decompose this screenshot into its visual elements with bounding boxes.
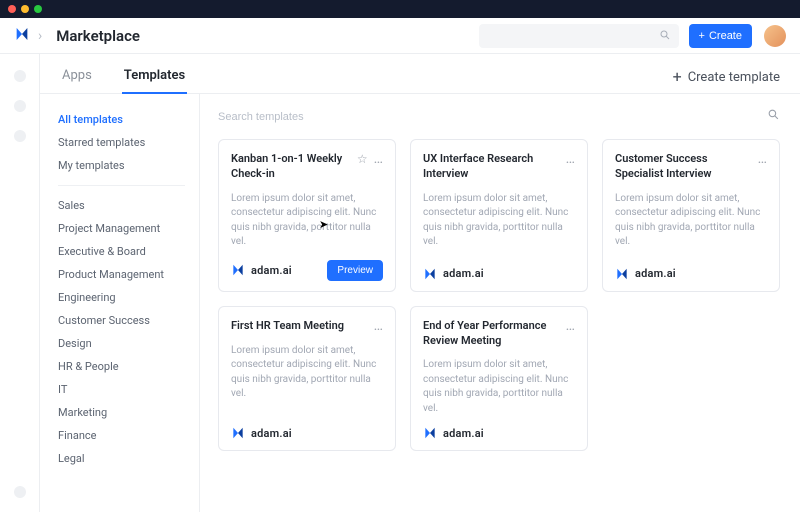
- create-template-label: Create template: [688, 70, 780, 85]
- template-title: Customer Success Specialist Interview: [615, 152, 752, 182]
- template-title: Kanban 1-on-1 Weekly Check-in: [231, 152, 351, 182]
- sidebar-item[interactable]: Product Management: [58, 263, 199, 286]
- brand-logo-icon: [231, 426, 245, 440]
- template-description: Lorem ipsum dolor sit amet, consectetur …: [615, 192, 767, 250]
- more-icon[interactable]: …: [758, 152, 767, 166]
- left-rail: [0, 54, 40, 512]
- sidebar-divider: [58, 185, 185, 186]
- template-title: UX Interface Research Interview: [423, 152, 560, 182]
- more-icon[interactable]: …: [566, 319, 575, 333]
- preview-button[interactable]: Preview: [327, 260, 383, 281]
- brand-name: adam.ai: [443, 427, 484, 440]
- template-title: First HR Team Meeting: [231, 319, 368, 334]
- template-description: Lorem ipsum dolor sit amet, consectetur …: [423, 192, 575, 250]
- rail-item[interactable]: [14, 100, 26, 112]
- sidebar-item[interactable]: Sales: [58, 194, 199, 217]
- brand-name: adam.ai: [443, 267, 484, 280]
- tab-apps[interactable]: Apps: [60, 58, 94, 93]
- app-logo-icon: [14, 26, 30, 46]
- sidebar-item[interactable]: HR & People: [58, 355, 199, 378]
- template-card[interactable]: Customer Success Specialist Interview … Lo…: [602, 139, 780, 292]
- create-button[interactable]: + Create: [689, 24, 752, 48]
- sidebar-item[interactable]: Legal: [58, 447, 199, 470]
- sidebar-item[interactable]: Finance: [58, 424, 199, 447]
- sidebar-item[interactable]: Project Management: [58, 217, 199, 240]
- sidebar-item[interactable]: Customer Success: [58, 309, 199, 332]
- brand-logo-icon: [615, 267, 629, 281]
- template-card[interactable]: UX Interface Research Interview … Lorem ip…: [410, 139, 588, 292]
- template-card[interactable]: First HR Team Meeting … Lorem ipsum dolor …: [218, 306, 396, 452]
- sidebar-item[interactable]: Engineering: [58, 286, 199, 309]
- brand-name: adam.ai: [251, 427, 292, 440]
- rail-item[interactable]: [14, 486, 26, 498]
- tab-templates[interactable]: Templates: [122, 58, 187, 93]
- sidebar-item[interactable]: Design: [58, 332, 199, 355]
- sidebar-item[interactable]: Marketing: [58, 401, 199, 424]
- search-icon[interactable]: [767, 108, 780, 125]
- sidebar-item[interactable]: IT: [58, 378, 199, 401]
- plus-icon: +: [673, 69, 682, 85]
- brand-name: adam.ai: [635, 267, 676, 280]
- template-description: Lorem ipsum dolor sit amet, consectetur …: [231, 192, 383, 250]
- more-icon[interactable]: …: [374, 152, 383, 166]
- plus-icon: +: [699, 30, 705, 42]
- template-description: Lorem ipsum dolor sit amet, consectetur …: [423, 358, 575, 416]
- brand-logo-icon: [231, 263, 245, 277]
- window-min-dot[interactable]: [21, 5, 29, 13]
- rail-item[interactable]: [14, 70, 26, 82]
- more-icon[interactable]: …: [566, 152, 575, 166]
- templates-search-input[interactable]: [218, 111, 767, 123]
- page-title: Marketplace: [56, 27, 140, 45]
- sidebar-item[interactable]: Starred templates: [58, 131, 199, 154]
- template-card[interactable]: End of Year Performance Review Meeting … L…: [410, 306, 588, 452]
- create-template-button[interactable]: + Create template: [673, 69, 780, 93]
- user-avatar[interactable]: [764, 25, 786, 47]
- create-button-label: Create: [709, 30, 742, 42]
- window-max-dot[interactable]: [34, 5, 42, 13]
- window-close-dot[interactable]: [8, 5, 16, 13]
- tab-bar: Apps Templates + Create template: [40, 54, 800, 94]
- sidebar-item[interactable]: My templates: [58, 154, 199, 177]
- templates-sidebar: All templatesStarred templatesMy templat…: [40, 94, 200, 512]
- templates-area: Kanban 1-on-1 Weekly Check-in ☆ … Lorem ips…: [200, 94, 800, 512]
- global-search[interactable]: [479, 24, 679, 48]
- template-card[interactable]: Kanban 1-on-1 Weekly Check-in ☆ … Lorem ips…: [218, 139, 396, 292]
- brand-logo-icon: [423, 267, 437, 281]
- rail-item[interactable]: [14, 130, 26, 142]
- brand-name: adam.ai: [251, 264, 292, 277]
- sidebar-item[interactable]: All templates: [58, 108, 199, 131]
- app-bar: › Marketplace + Create: [0, 18, 800, 54]
- search-icon: [659, 26, 671, 45]
- template-description: Lorem ipsum dolor sit amet, consectetur …: [231, 344, 383, 402]
- template-title: End of Year Performance Review Meeting: [423, 319, 560, 349]
- breadcrumb-chevron-icon[interactable]: ›: [38, 28, 42, 44]
- more-icon[interactable]: …: [374, 319, 383, 333]
- window-titlebar: [0, 0, 800, 18]
- star-icon[interactable]: ☆: [357, 152, 368, 166]
- sidebar-item[interactable]: Executive & Board: [58, 240, 199, 263]
- brand-logo-icon: [423, 426, 437, 440]
